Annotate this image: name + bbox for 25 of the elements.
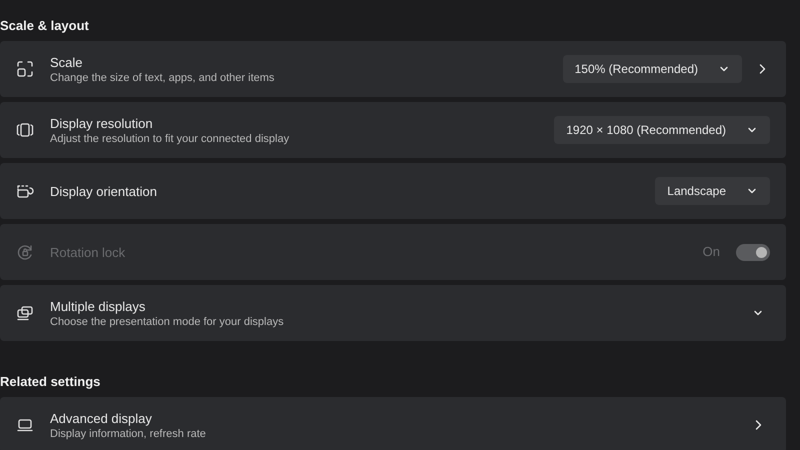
setting-description: Display information, refresh rate	[50, 426, 207, 440]
setting-title: Display resolution	[50, 114, 154, 132]
setting-title: Rotation lock	[50, 244, 126, 260]
rotation-lock-icon	[16, 243, 34, 261]
setting-title: Multiple displays	[50, 298, 146, 314]
scale-icon	[16, 60, 34, 78]
toggle-state: On	[702, 243, 720, 262]
dropdown[interactable]: 1920 × 1080 (Recommended)	[554, 116, 770, 144]
multiple-displays-icon	[16, 304, 34, 322]
setting-description: Choose the presentation mode for your displays	[50, 314, 285, 328]
settings-card[interactable]: Multiple displays Choose the presentation mode for your displays	[0, 285, 786, 341]
dropdown[interactable]: Landscape	[655, 177, 770, 205]
resolution-icon	[16, 121, 34, 139]
setting-description: Change the size of text, apps, and other items	[50, 70, 276, 84]
setting-title: Advanced display	[50, 410, 153, 426]
settings-card[interactable]: Display orientation Landscape	[0, 163, 786, 219]
settings-card[interactable]: Scale Change the size of text, apps, and other items 150% (Recommended)	[0, 41, 786, 97]
dropdown[interactable]: 150% (Recommended)	[562, 55, 742, 83]
setting-title: Display orientation	[50, 182, 158, 200]
settings-card[interactable]: Advanced display Display information, refresh rate	[0, 397, 786, 450]
settings-card[interactable]: Display resolution Adjust the resolution to fit your connected display 1920 × 1080 (Recommended)	[0, 102, 786, 158]
section-heading: Related settings	[0, 373, 102, 391]
section-heading: Scale & layout	[0, 17, 90, 35]
setting-title: Scale	[50, 54, 84, 70]
setting-description: Adjust the resolution to fit your connected display	[50, 132, 290, 146]
